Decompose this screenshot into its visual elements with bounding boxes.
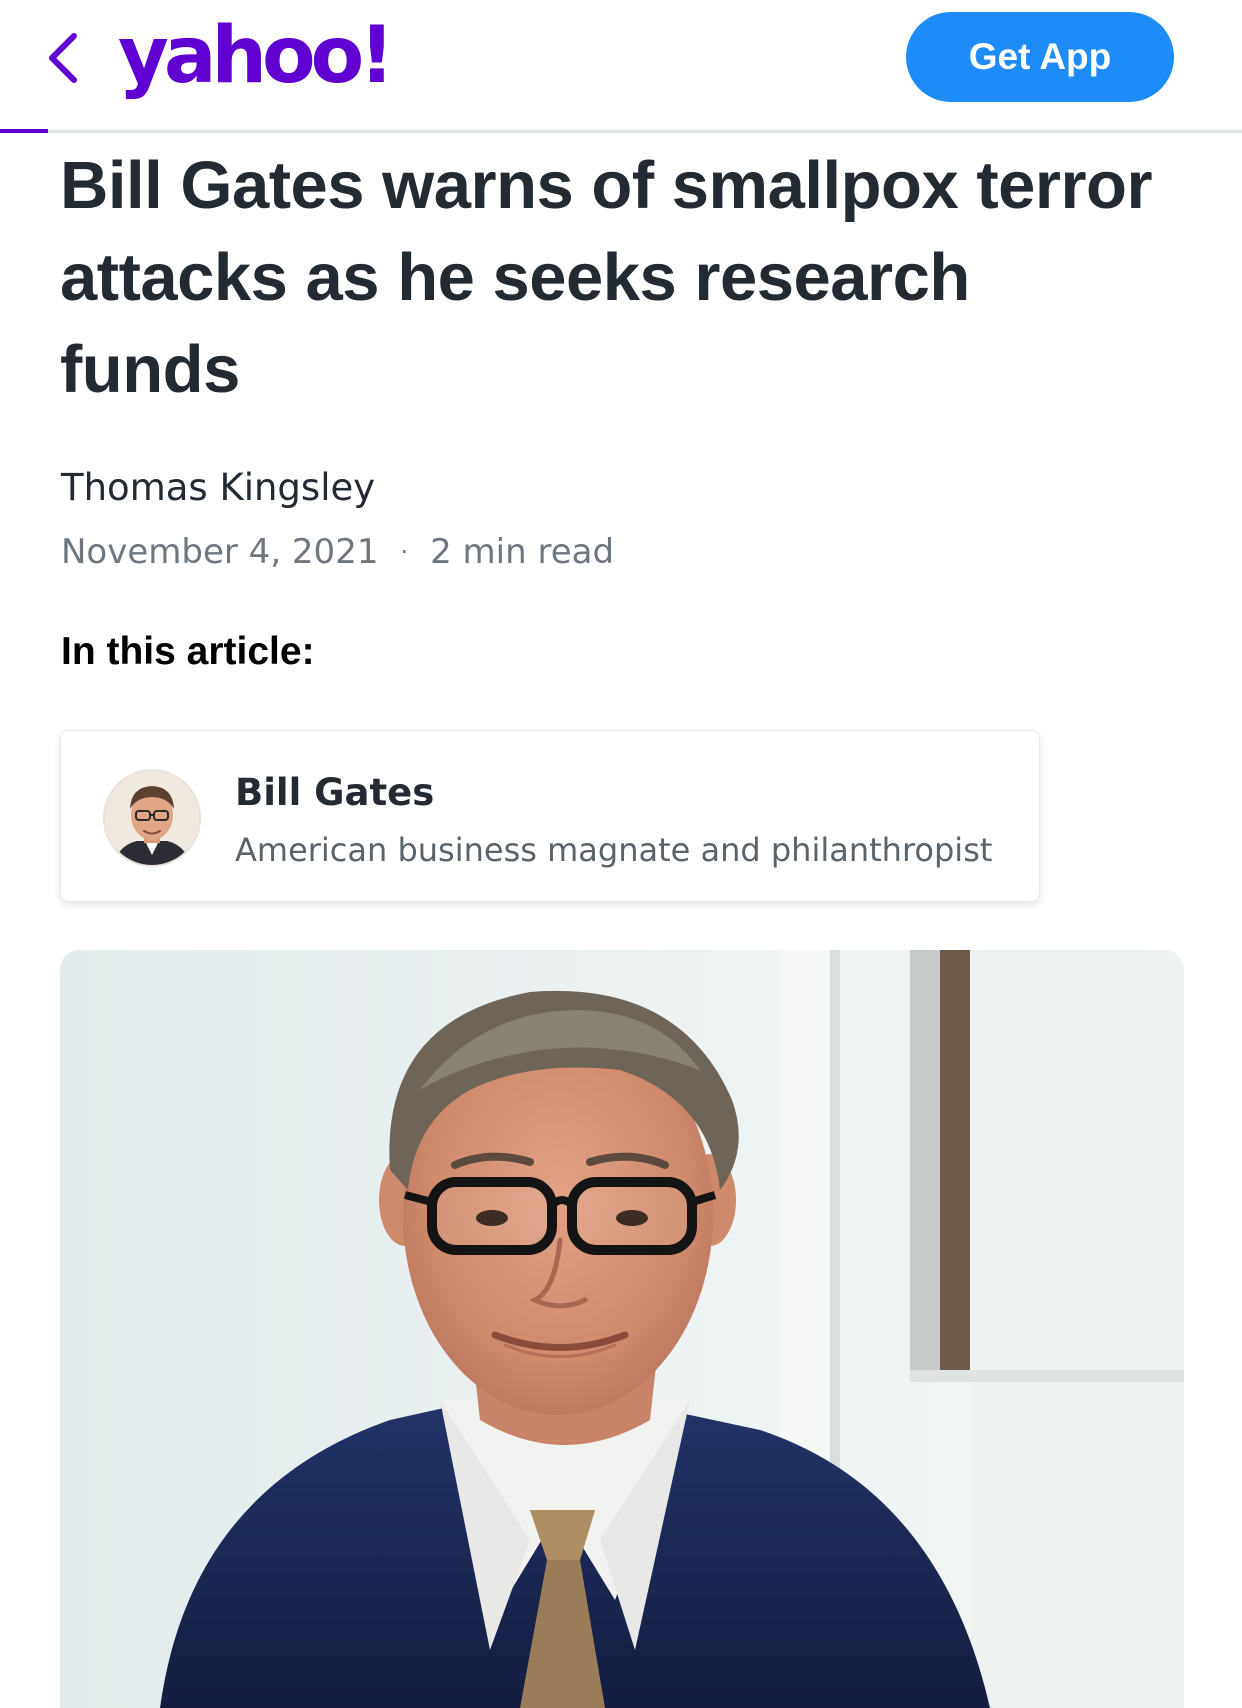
header-divider xyxy=(0,130,1242,133)
logo-text: yahoo! xyxy=(118,11,395,101)
yahoo-logo[interactable]: yahoo! xyxy=(118,6,395,106)
back-button[interactable] xyxy=(40,28,84,88)
article-meta: November 4, 2021 · 2 min read xyxy=(61,532,614,572)
avatar xyxy=(103,769,201,867)
in-this-article-heading: In this article: xyxy=(61,630,315,673)
portrait-photo xyxy=(60,950,1184,1708)
header-accent-bar xyxy=(0,129,48,133)
article-hero-image[interactable] xyxy=(60,950,1184,1708)
article-headline: Bill Gates warns of smallpox terror atta… xyxy=(60,148,1153,407)
entity-card[interactable]: Bill Gates American business magnate and… xyxy=(60,730,1040,902)
chevron-left-icon xyxy=(49,33,77,83)
top-bar: yahoo! Get App xyxy=(0,0,1242,133)
author-name[interactable]: Thomas Kingsley xyxy=(61,466,375,509)
publish-date: November 4, 2021 xyxy=(61,532,379,572)
get-app-button[interactable]: Get App xyxy=(906,12,1174,102)
read-time: 2 min read xyxy=(430,532,615,572)
entity-name: Bill Gates xyxy=(235,771,435,814)
entity-description: American business magnate and philanthro… xyxy=(235,831,993,869)
meta-separator: · xyxy=(400,538,409,566)
